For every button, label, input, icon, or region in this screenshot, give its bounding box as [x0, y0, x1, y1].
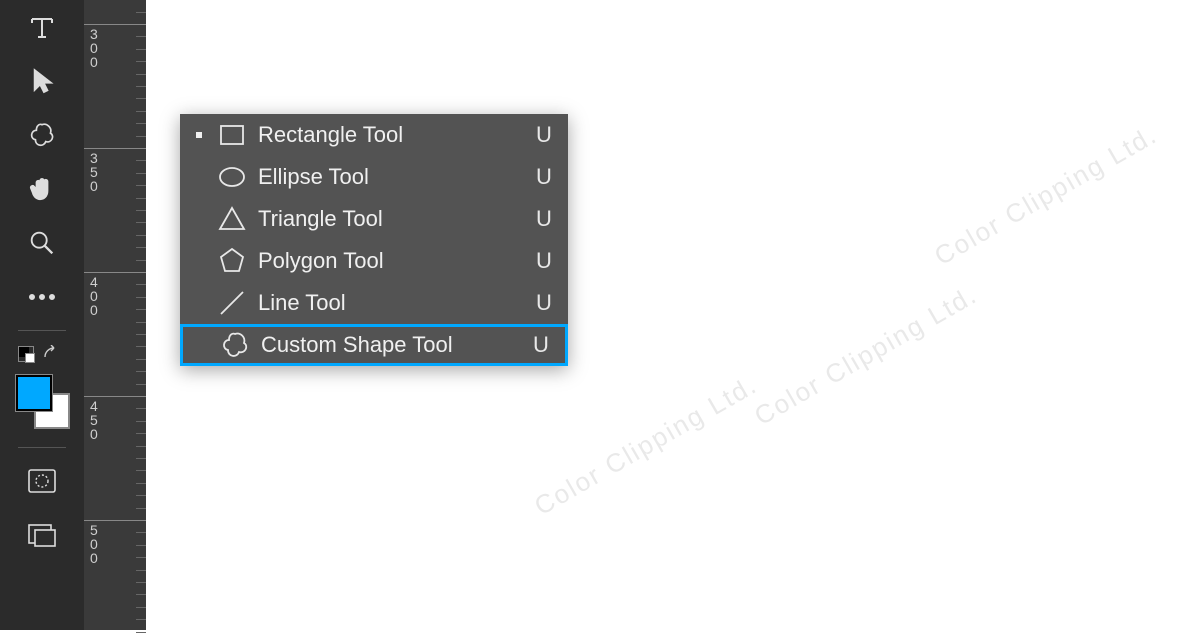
flyout-item-rectangle-tool[interactable]: Rectangle ToolU: [180, 114, 568, 156]
foreground-color-swatch[interactable]: [16, 375, 52, 411]
flyout-item-shortcut: U: [528, 248, 560, 274]
zoom-tool[interactable]: [12, 218, 72, 268]
default-colors-btn[interactable]: [12, 341, 72, 367]
flyout-item-shortcut: U: [528, 122, 560, 148]
flyout-item-ellipse-tool[interactable]: Ellipse ToolU: [180, 156, 568, 198]
flyout-item-label: Ellipse Tool: [254, 164, 528, 190]
polygon-icon: [210, 245, 254, 277]
ruler-tick-400: 400: [84, 272, 146, 273]
triangle-icon: [210, 203, 254, 235]
ruler-tick-300: 300: [84, 24, 146, 25]
screen-mode-btn[interactable]: [12, 510, 72, 560]
flyout-item-line-tool[interactable]: Line ToolU: [180, 282, 568, 324]
line-icon: [210, 287, 254, 319]
toolbar-divider-2: [18, 447, 66, 448]
active-indicator: [188, 132, 210, 138]
flyout-item-shortcut: U: [525, 332, 557, 358]
flyout-item-label: Triangle Tool: [254, 206, 528, 232]
tools-panel: [0, 0, 84, 630]
flyout-item-label: Rectangle Tool: [254, 122, 528, 148]
color-swatches[interactable]: [12, 373, 72, 433]
hand-tool[interactable]: [12, 164, 72, 214]
flyout-item-polygon-tool[interactable]: Polygon ToolU: [180, 240, 568, 282]
flyout-item-label: Polygon Tool: [254, 248, 528, 274]
flyout-item-custom-shape-tool[interactable]: Custom Shape ToolU: [180, 324, 568, 366]
rect-icon: [210, 119, 254, 151]
blob-icon: [213, 329, 257, 361]
flyout-item-shortcut: U: [528, 164, 560, 190]
flyout-item-label: Line Tool: [254, 290, 528, 316]
ruler-tick-500: 500: [84, 520, 146, 521]
flyout-item-shortcut: U: [528, 206, 560, 232]
custom-shape-tool-btn[interactable]: [12, 110, 72, 160]
vertical-ruler: 250300350400450500: [84, 0, 146, 630]
flyout-item-shortcut: U: [528, 290, 560, 316]
path-selection-tool[interactable]: [12, 56, 72, 106]
flyout-item-triangle-tool[interactable]: Triangle ToolU: [180, 198, 568, 240]
flyout-item-label: Custom Shape Tool: [257, 332, 525, 358]
ruler-tick-350: 350: [84, 148, 146, 149]
type-tool[interactable]: [12, 2, 72, 52]
toolbar-divider: [18, 330, 66, 331]
more-tools[interactable]: [12, 272, 72, 322]
ellipse-icon: [210, 161, 254, 193]
ruler-tick-450: 450: [84, 396, 146, 397]
shape-tool-flyout: Rectangle ToolUEllipse ToolUTriangle Too…: [180, 114, 568, 366]
quick-mask-btn[interactable]: [12, 456, 72, 506]
